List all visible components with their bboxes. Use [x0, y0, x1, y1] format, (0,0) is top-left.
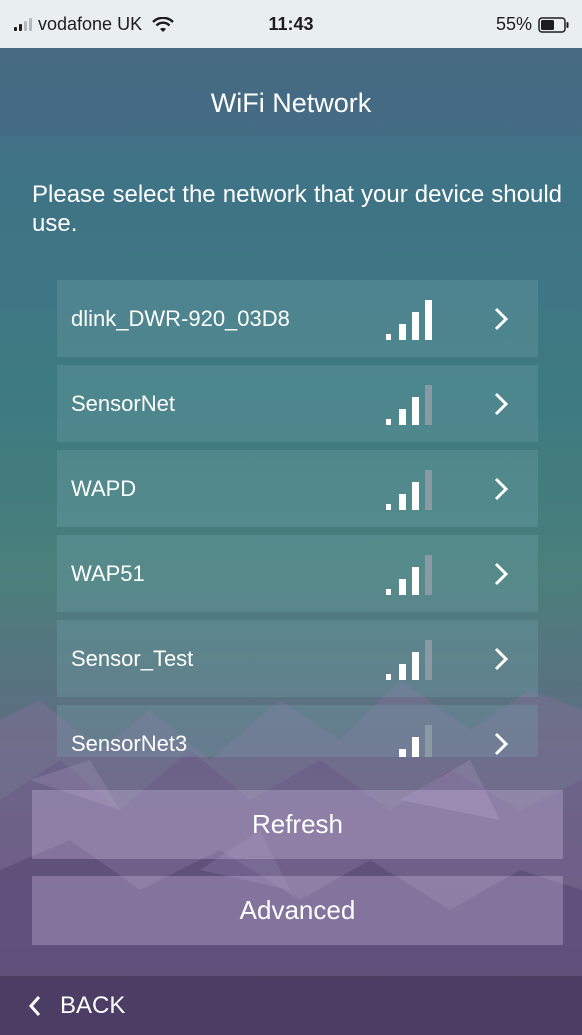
- network-name: SensorNet3: [71, 731, 188, 756]
- advanced-button[interactable]: Advanced: [32, 876, 563, 945]
- network-name: Sensor_Test: [71, 646, 194, 671]
- back-button[interactable]: BACK: [28, 976, 125, 1035]
- signal-strength-icon: [386, 300, 432, 340]
- chevron-right-icon: [494, 732, 509, 756]
- network-name: SensorNet: [71, 391, 175, 416]
- status-bar: vodafone UK 11:43 55%: [0, 0, 582, 48]
- refresh-button[interactable]: Refresh: [32, 790, 563, 859]
- signal-strength-icon: [399, 725, 432, 757]
- network-row[interactable]: WAP51: [57, 535, 538, 612]
- chevron-right-icon: [494, 307, 509, 331]
- network-row[interactable]: Sensor_Test: [57, 620, 538, 697]
- bottom-bar: BACK: [0, 976, 582, 1035]
- chevron-right-icon: [494, 562, 509, 586]
- page-title: WiFi Network: [210, 88, 372, 118]
- chevron-right-icon: [494, 477, 509, 501]
- signal-strength-icon: [386, 555, 432, 595]
- battery-percent: 55%: [495, 14, 532, 34]
- clock: 11:43: [268, 14, 314, 34]
- signal-strength-icon: [386, 470, 432, 510]
- network-row[interactable]: dlink_DWR-920_03D8: [57, 280, 538, 357]
- battery-status: 55%: [496, 14, 570, 35]
- chevron-right-icon: [494, 647, 509, 671]
- signal-strength-icon: [386, 385, 432, 425]
- network-row[interactable]: SensorNet: [57, 365, 538, 442]
- nav-bar: WiFi Network: [0, 48, 582, 136]
- back-label: BACK: [60, 991, 126, 1019]
- network-row[interactable]: WAPD: [57, 450, 538, 527]
- instruction-text: Please select the network that your devi…: [32, 181, 562, 237]
- network-list[interactable]: dlink_DWR-920_03D8 SensorNet WAPD WAP51 Sens…: [57, 280, 538, 757]
- network-name: WAP51: [71, 561, 145, 586]
- network-row[interactable]: SensorNet3: [57, 705, 538, 757]
- network-name: WAPD: [71, 476, 137, 501]
- chevron-right-icon: [494, 392, 509, 416]
- battery-icon: [538, 16, 569, 33]
- back-chevron-icon: [28, 995, 41, 1016]
- signal-strength-icon: [386, 640, 432, 680]
- network-name: dlink_DWR-920_03D8: [71, 306, 290, 331]
